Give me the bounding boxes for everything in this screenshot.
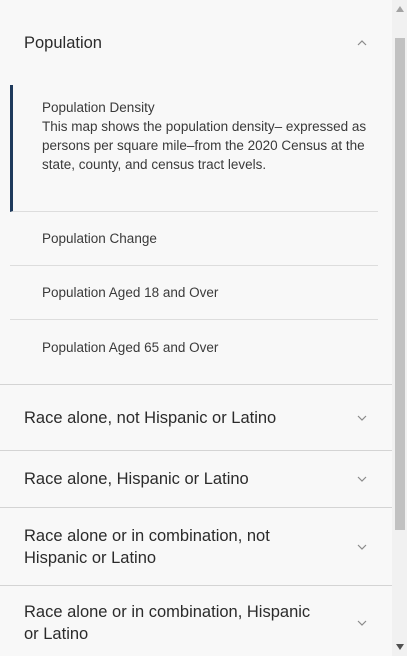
item-title: Population Aged 65 and Over xyxy=(42,339,219,355)
item-title: Population Density xyxy=(42,100,155,115)
item-description: This map shows the population density– e… xyxy=(42,119,367,172)
item-title: Population Aged 18 and Over xyxy=(42,285,219,300)
section-header[interactable]: Race alone or in combination, Hispanic o… xyxy=(0,586,392,656)
chevron-down-icon xyxy=(356,473,368,485)
chevron-down-icon xyxy=(356,541,368,553)
chevron-down-icon xyxy=(356,617,368,629)
section-population-header[interactable]: Population xyxy=(0,0,392,85)
category-panel: Population Population Density This map s… xyxy=(0,0,392,656)
section-title: Race alone, Hispanic or Latino xyxy=(24,470,249,488)
section-race-alone-not-hispanic: Race alone, not Hispanic or Latino xyxy=(0,385,392,451)
section-title: Race alone, not Hispanic or Latino xyxy=(24,408,277,427)
vertical-scrollbar[interactable] xyxy=(392,0,407,656)
scroll-up-arrow-icon[interactable] xyxy=(395,4,405,14)
population-sublist: Population Density This map shows the po… xyxy=(0,85,392,374)
section-header[interactable]: Race alone, not Hispanic or Latino xyxy=(0,385,392,450)
scrollbar-thumb[interactable] xyxy=(395,38,405,530)
section-population: Population Population Density This map s… xyxy=(0,0,392,385)
section-race-combination-not-hispanic: Race alone or in combination, not Hispan… xyxy=(0,508,392,586)
list-item-population-18-over[interactable]: Population Aged 18 and Over xyxy=(10,266,378,320)
section-header[interactable]: Race alone, Hispanic or Latino xyxy=(0,451,392,507)
section-title: Population xyxy=(24,33,102,52)
section-title: Race alone or in combination, not Hispan… xyxy=(24,526,270,567)
section-race-combination-hispanic: Race alone or in combination, Hispanic o… xyxy=(0,586,392,656)
list-item-population-65-over[interactable]: Population Aged 65 and Over xyxy=(10,320,378,374)
list-item-population-change[interactable]: Population Change xyxy=(10,212,378,266)
item-title: Population Change xyxy=(42,231,157,246)
chevron-up-icon xyxy=(356,37,368,49)
list-item-population-density[interactable]: Population Density This map shows the po… xyxy=(10,85,378,212)
scroll-down-arrow-icon[interactable] xyxy=(395,642,405,652)
chevron-down-icon xyxy=(356,412,368,424)
section-header[interactable]: Race alone or in combination, not Hispan… xyxy=(0,508,392,585)
section-race-alone-hispanic: Race alone, Hispanic or Latino xyxy=(0,451,392,508)
section-title: Race alone or in combination, Hispanic o… xyxy=(24,603,311,643)
